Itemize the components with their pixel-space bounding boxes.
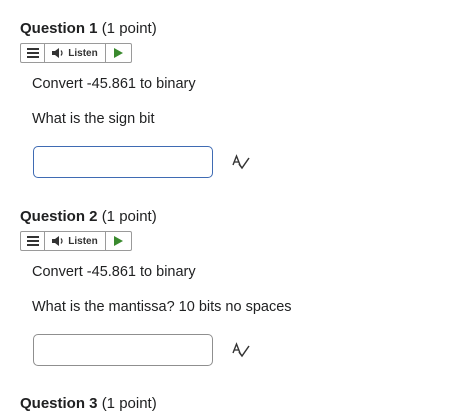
question-prompt: Convert -45.861 to binary — [32, 264, 196, 280]
question-header: Question 3 (1 point) — [20, 394, 460, 414]
play-icon — [114, 48, 123, 58]
answer-input-q1[interactable] — [33, 146, 213, 178]
listen-button[interactable]: Listen — [45, 44, 106, 62]
listen-label: Listen — [68, 235, 98, 247]
question-header: Question 1 (1 point) — [20, 19, 460, 39]
spell-check-icon[interactable] — [232, 154, 250, 170]
listen-button[interactable]: Listen — [45, 232, 106, 250]
answer-input-q2[interactable] — [33, 334, 213, 366]
menu-icon — [26, 236, 39, 246]
question-points: (1 point) — [101, 20, 157, 37]
question-points: (1 point) — [101, 208, 157, 225]
question-3: Question 3 (1 point) — [20, 394, 460, 414]
speaker-icon — [52, 48, 63, 58]
question-prompt: Convert -45.861 to binary — [32, 76, 196, 92]
speaker-icon — [52, 236, 63, 246]
spell-check-icon[interactable] — [232, 342, 250, 358]
play-button[interactable] — [106, 44, 131, 62]
play-button[interactable] — [106, 232, 131, 250]
question-sub-prompt: What is the mantissa? 10 bits no spaces — [32, 299, 292, 315]
listen-toolbar: Listen — [20, 43, 132, 63]
question-title: Question 2 — [20, 208, 98, 225]
listen-menu-button[interactable] — [21, 232, 45, 250]
question-title: Question 1 — [20, 20, 98, 37]
menu-icon — [26, 48, 39, 58]
question-points: (1 point) — [101, 395, 157, 412]
question-title: Question 3 — [20, 395, 98, 412]
question-sub-prompt: What is the sign bit — [32, 111, 155, 127]
listen-menu-button[interactable] — [21, 44, 45, 62]
listen-toolbar: Listen — [20, 231, 132, 251]
question-1: Question 1 (1 point) Listen Convert -45.… — [20, 19, 460, 178]
question-header: Question 2 (1 point) — [20, 207, 460, 227]
listen-label: Listen — [68, 47, 98, 59]
question-2: Question 2 (1 point) Listen Convert -45.… — [20, 207, 460, 366]
play-icon — [114, 236, 123, 246]
